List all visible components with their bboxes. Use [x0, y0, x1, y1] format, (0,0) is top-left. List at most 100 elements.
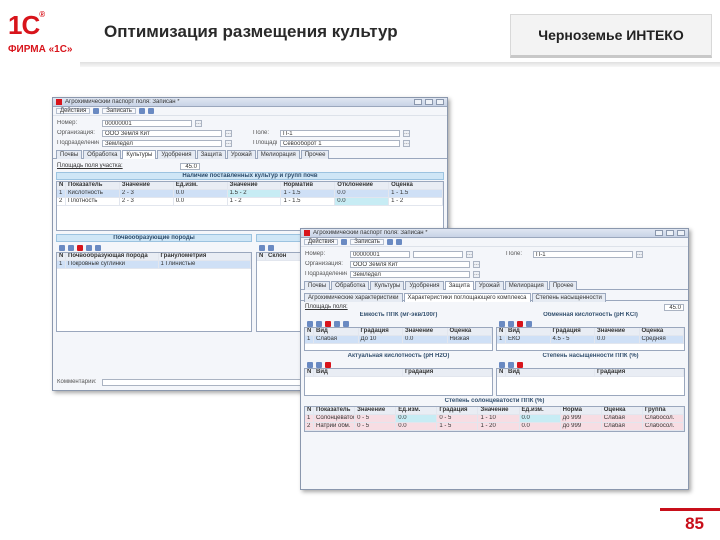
actions-menu[interactable]: Действия [56, 108, 91, 114]
tab-soils[interactable]: Почвы [304, 281, 331, 290]
up-icon[interactable] [526, 320, 532, 327]
tab-harvest[interactable]: Урожай [474, 281, 504, 290]
table-row[interactable]: 1 Покровные суглинки 1 Глинистые [57, 261, 251, 269]
select-icon[interactable]: … [473, 270, 480, 278]
tab-tillage[interactable]: Обработка [331, 281, 370, 290]
passport-window-front[interactable]: Агрохимический паспорт поля: Записан * Д… [300, 228, 689, 490]
tab-melioration[interactable]: Мелиорация [256, 150, 300, 159]
maximize-icon[interactable] [666, 230, 674, 236]
header-divider [80, 62, 720, 67]
select-icon[interactable]: … [225, 129, 232, 137]
select-icon[interactable]: … [403, 129, 410, 137]
save-button[interactable]: Записать [350, 239, 384, 245]
delete-icon[interactable] [325, 320, 331, 327]
window-toolbar: Действия Записать [53, 107, 447, 116]
window-titlebar[interactable]: Агрохимический паспорт поля: Записан * [53, 98, 447, 107]
minimize-icon[interactable] [414, 99, 422, 105]
tab-crops[interactable]: Культуры [370, 281, 405, 290]
add-icon[interactable] [259, 244, 265, 251]
date-field[interactable] [413, 250, 463, 258]
panel-capacity: Ёмкость ППК (мг-экв/100г) N Вид Градация… [304, 312, 493, 351]
area-field[interactable]: 45.0 [664, 303, 684, 311]
tab-other[interactable]: Прочее [548, 281, 578, 290]
actions-menu[interactable]: Действия [304, 239, 339, 245]
copy-icon[interactable] [508, 320, 514, 327]
tab-fertilizers[interactable]: Удобрения [157, 150, 196, 159]
table-row[interactable]: 2 Натрий обм. 0 - 5 0.0 1 - 5 1 - 20 0.0… [305, 423, 684, 431]
copy-icon[interactable] [268, 244, 274, 251]
subtab-saturation[interactable]: Степень насыщенности [531, 293, 606, 302]
rotation-field[interactable]: Севооборот 1 [280, 139, 400, 147]
copy-icon[interactable] [316, 361, 322, 368]
window-title: Агрохимический паспорт поля: Записан * [313, 230, 428, 236]
copy-icon[interactable] [508, 361, 514, 368]
number-label: Номер: [305, 251, 326, 257]
delete-icon[interactable] [517, 361, 523, 368]
add-icon[interactable] [499, 320, 505, 327]
soil-table: N Почвообразующая порода Гранулометрия 1… [56, 252, 252, 332]
organization-field[interactable]: ООО Земля Кит [102, 129, 222, 137]
footer-accent [660, 508, 720, 511]
tab-crops[interactable]: Культуры [122, 150, 157, 159]
table-row[interactable]: 2 Плотность 2 - 3 0.0 1 - 2 1 - 1.5 0.0 … [57, 198, 444, 206]
window-tabs: Почвы Обработка Культуры Удобрения Защит… [301, 279, 688, 290]
delete-icon[interactable] [325, 361, 331, 368]
add-icon[interactable] [307, 361, 313, 368]
table-row[interactable]: 1 ЕКО 4.5 - 5 0.0 Средняя [497, 336, 684, 344]
department-field[interactable]: Земледел [350, 270, 470, 278]
save-icon[interactable] [341, 239, 348, 245]
subtab-absorbing[interactable]: Характеристики поглощающего комплекса [403, 293, 531, 302]
tab-tillage[interactable]: Обработка [83, 150, 122, 159]
area-field[interactable]: 45.0 [180, 162, 200, 170]
minimize-icon[interactable] [655, 230, 663, 236]
help-icon[interactable] [395, 239, 402, 245]
down-icon[interactable] [343, 320, 349, 327]
department-field[interactable]: Земледел [102, 139, 222, 147]
maximize-icon[interactable] [425, 99, 433, 105]
select-icon[interactable]: … [403, 139, 410, 147]
field-value[interactable]: П-1 [280, 129, 400, 137]
tab-melioration[interactable]: Мелиорация [504, 281, 548, 290]
save-icon[interactable] [93, 108, 100, 114]
table-row[interactable]: 1 Солонцеватость 0 - 5 0.0 0 - 5 1 - 10 … [305, 415, 684, 423]
field-value[interactable]: П-1 [533, 250, 633, 258]
tab-other[interactable]: Прочее [300, 150, 330, 159]
calendar-icon[interactable]: … [195, 119, 202, 127]
tab-protection[interactable]: Защита [444, 281, 474, 290]
up-icon[interactable] [334, 320, 340, 327]
table-row[interactable]: 1 Слабая До 10 0.0 Низкая [305, 336, 492, 344]
calendar-icon[interactable]: … [466, 250, 473, 258]
select-icon[interactable]: … [225, 139, 232, 147]
section-title: Наличие поставленных культур и групп поч… [56, 172, 444, 180]
select-icon[interactable]: … [636, 250, 643, 258]
number-field[interactable]: 00000001 [102, 119, 192, 127]
table-row[interactable]: 1 Кислотность 2 - 3 0.0 1.5 - 2 1 - 1.5 … [57, 190, 444, 198]
tab-fertilizers[interactable]: Удобрения [405, 281, 444, 290]
window-titlebar[interactable]: Агрохимический паспорт поля: Записан * [301, 229, 688, 238]
delete-icon[interactable] [77, 244, 83, 251]
up-icon[interactable] [86, 244, 92, 251]
number-label: Номер: [57, 120, 78, 126]
select-icon[interactable]: … [473, 260, 480, 268]
window-toolbar: Действия Записать [301, 238, 688, 247]
delete-icon[interactable] [517, 320, 523, 327]
add-icon[interactable] [307, 320, 313, 327]
add-icon[interactable] [59, 244, 65, 251]
refresh-icon[interactable] [138, 108, 145, 114]
panel-actual-acidity: Актуальная кислотность (pH H2O) N Вид Гр… [304, 353, 493, 396]
down-icon[interactable] [95, 244, 101, 251]
close-icon[interactable] [677, 230, 685, 236]
copy-icon[interactable] [316, 320, 322, 327]
number-field[interactable]: 00000001 [350, 250, 410, 258]
save-button[interactable]: Записать [102, 108, 136, 114]
copy-icon[interactable] [68, 244, 74, 251]
add-icon[interactable] [499, 361, 505, 368]
help-icon[interactable] [147, 108, 154, 114]
tab-soils[interactable]: Почвы [56, 150, 83, 159]
subtab-agrochem[interactable]: Агрохимические характеристики [304, 293, 403, 302]
refresh-icon[interactable] [386, 239, 393, 245]
tab-protection[interactable]: Защита [196, 150, 226, 159]
tab-harvest[interactable]: Урожай [226, 150, 256, 159]
organization-field[interactable]: ООО Земля Кит [350, 260, 470, 268]
close-icon[interactable] [436, 99, 444, 105]
